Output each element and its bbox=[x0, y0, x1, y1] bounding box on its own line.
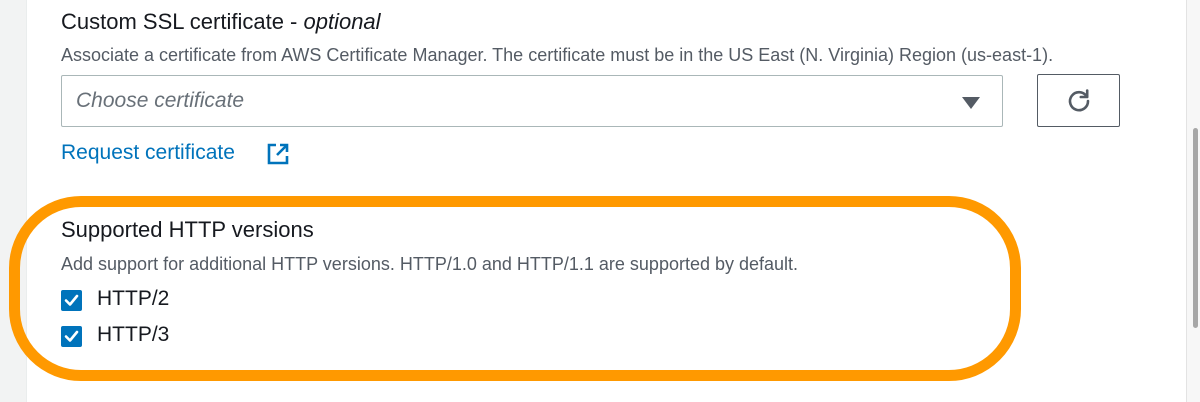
checkmark-icon bbox=[64, 330, 79, 342]
refresh-button[interactable] bbox=[1037, 74, 1120, 127]
custom-ssl-description: Associate a certificate from AWS Certifi… bbox=[61, 45, 1054, 65]
http-versions-title: Supported HTTP versions bbox=[61, 217, 314, 242]
checkmark-icon bbox=[64, 294, 79, 306]
http2-label[interactable]: HTTP/2 bbox=[97, 287, 169, 311]
caret-down-icon bbox=[962, 97, 980, 109]
optional-tag: optional bbox=[303, 9, 381, 34]
certificate-select-placeholder: Choose certificate bbox=[76, 89, 245, 112]
http3-label[interactable]: HTTP/3 bbox=[97, 323, 169, 347]
http2-checkbox[interactable] bbox=[61, 290, 82, 311]
custom-ssl-label: Custom SSL certificate - optional bbox=[61, 9, 381, 35]
refresh-icon bbox=[1068, 89, 1090, 112]
scrollbar-thumb[interactable] bbox=[1193, 128, 1198, 328]
http-versions-description: Add support for additional HTTP versions… bbox=[61, 254, 799, 274]
http3-checkbox[interactable] bbox=[61, 326, 82, 347]
custom-ssl-label-text: Custom SSL certificate - bbox=[61, 9, 304, 34]
certificate-select[interactable]: Choose certificate bbox=[61, 75, 1003, 127]
request-certificate-link[interactable]: Request certificate bbox=[61, 141, 235, 165]
external-link-icon[interactable] bbox=[266, 142, 290, 166]
